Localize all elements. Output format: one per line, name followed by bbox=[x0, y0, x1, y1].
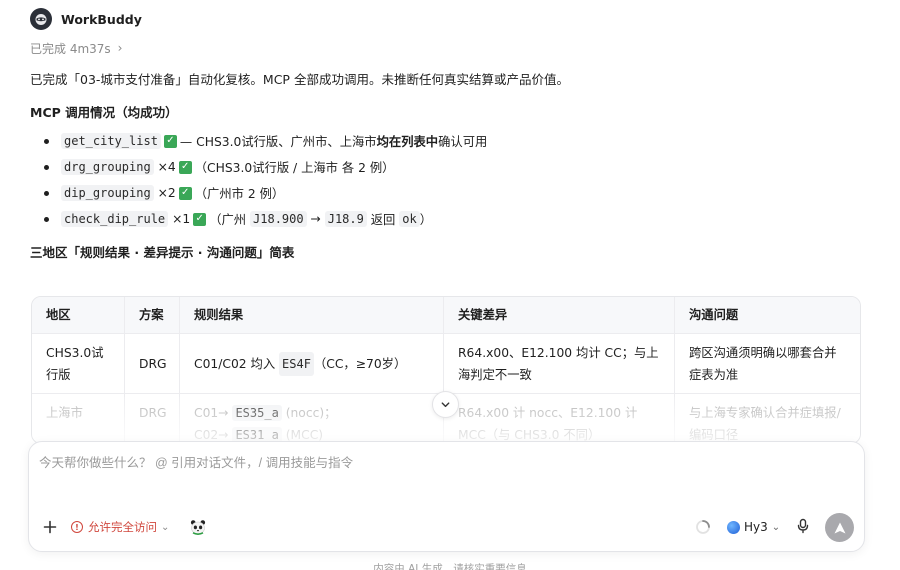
function-code: drg_grouping bbox=[61, 159, 154, 175]
bullet-dot bbox=[44, 164, 49, 170]
ai-disclaimer: 内容由 AI 生成，请核实重要信息 bbox=[373, 563, 527, 570]
table-header-row: 地区 方案 规则结果 关键差异 沟通问题 bbox=[32, 297, 860, 334]
code-source: J18.900 bbox=[250, 211, 307, 227]
raccoon-logo-icon bbox=[30, 8, 52, 30]
summary-table[interactable]: 地区 方案 规则结果 关键差异 沟通问题 CHS3.0试行版 DRG C01/C… bbox=[31, 296, 861, 444]
call-count: ×1 bbox=[168, 212, 191, 226]
send-arrow-icon bbox=[834, 522, 845, 533]
list-item: drg_grouping ×4 ✓ （CHS3.0试行版 / 上海市 各 2 例… bbox=[44, 154, 487, 180]
result-text: C01→ bbox=[194, 406, 233, 420]
bullet-dot bbox=[44, 138, 49, 144]
result-code: ES4F bbox=[279, 351, 314, 376]
issue-cell: 与上海专家确认合并症填报/编码口径 bbox=[689, 406, 841, 442]
model-label: Hy3 bbox=[744, 520, 768, 534]
app-name: WorkBuddy bbox=[61, 11, 142, 27]
region-cell: 上海市 bbox=[32, 394, 125, 443]
scheme-cell: DRG bbox=[125, 394, 180, 443]
column-header: 地区 bbox=[32, 297, 125, 333]
completion-status-text: 已完成 4m37s bbox=[30, 41, 111, 56]
chevron-down-icon: ⌄ bbox=[771, 521, 781, 533]
diff-cell: R64.x00 计 nocc、E12.100 计 MCC（与 CHS3.0 不同… bbox=[444, 394, 675, 443]
loading-spinner-icon bbox=[695, 519, 711, 535]
result-note: (nocc)； bbox=[281, 406, 337, 420]
item-text: （CHS3.0试行版 / 上海市 各 2 例） bbox=[194, 161, 395, 175]
item-end-text: ） bbox=[419, 213, 433, 227]
summary-text: 已完成「03-城市支付准备」自动化复核。MCP 全部成功调用。未推断任何真实结算… bbox=[30, 72, 569, 87]
access-mode-label: 允许完全访问 bbox=[88, 520, 157, 534]
column-header: 规则结果 bbox=[180, 297, 444, 333]
item-text: （广州 bbox=[209, 213, 251, 227]
result-text: C01/C02 均入 bbox=[194, 356, 280, 371]
region-cell: CHS3.0试行版 bbox=[32, 334, 125, 393]
app-header: WorkBuddy bbox=[30, 8, 142, 30]
call-count: ×4 bbox=[153, 160, 176, 174]
chevron-down-icon: ⌄ bbox=[161, 521, 170, 533]
globe-icon bbox=[727, 520, 740, 534]
microphone-icon bbox=[797, 518, 809, 534]
access-mode-dropdown[interactable]: ! 允许完全访问 ⌄ bbox=[71, 518, 169, 536]
item-text: — CHS3.0试行版、广州市、上海市 bbox=[179, 135, 377, 149]
microphone-button[interactable] bbox=[796, 518, 812, 536]
call-count: ×2 bbox=[153, 186, 176, 200]
add-attachment-button[interactable] bbox=[41, 518, 59, 536]
result-cell: C01→ ES35_a (nocc)； C02→ ES31_a (MCC) bbox=[180, 394, 444, 443]
function-code: check_dip_rule bbox=[61, 211, 169, 227]
diff-cell: R64.x00、E12.100 均计 CC；与上海判定不一致 bbox=[444, 334, 675, 393]
panda-agent-icon[interactable] bbox=[189, 518, 207, 536]
item-mid-text: 返回 bbox=[366, 213, 400, 227]
chevron-right-icon: › bbox=[117, 41, 123, 55]
model-selector[interactable]: Hy3 ⌄ bbox=[727, 518, 780, 536]
check-icon: ✓ bbox=[193, 212, 207, 226]
table-section-title: 三地区「规则结果 · 差异提示 · 沟通问题」简表 bbox=[30, 245, 295, 260]
result-cell: C01/C02 均入 ES4F （CC，≥70岁） bbox=[180, 334, 444, 393]
item-bold-text: 均在列表中 bbox=[376, 135, 439, 149]
result-note: （CC，≥70岁） bbox=[313, 356, 407, 371]
item-text-end: 确认可用 bbox=[438, 135, 488, 149]
scroll-to-bottom-button[interactable] bbox=[432, 391, 459, 418]
column-header: 关键差异 bbox=[444, 297, 675, 333]
send-button[interactable] bbox=[825, 513, 854, 542]
arrow-text: → bbox=[306, 212, 325, 226]
code-target: J18.9 bbox=[324, 211, 367, 227]
item-text: （广州市 2 例） bbox=[194, 187, 285, 201]
column-header: 方案 bbox=[125, 297, 180, 333]
table-row: CHS3.0试行版 DRG C01/C02 均入 ES4F （CC，≥70岁） … bbox=[32, 334, 860, 394]
check-icon: ✓ bbox=[163, 134, 177, 148]
scheme-cell: DRG bbox=[125, 334, 180, 393]
code-result: ok bbox=[399, 211, 420, 227]
result-text: C02→ bbox=[194, 428, 233, 442]
mcp-call-list: get_city_list ✓ — CHS3.0试行版、广州市、上海市 均在列表… bbox=[44, 128, 487, 232]
list-item: get_city_list ✓ — CHS3.0试行版、广州市、上海市 均在列表… bbox=[44, 128, 487, 154]
plus-icon bbox=[43, 520, 57, 534]
check-icon: ✓ bbox=[178, 186, 192, 200]
message-input[interactable] bbox=[39, 452, 854, 492]
check-icon: ✓ bbox=[178, 160, 192, 174]
bullet-dot bbox=[44, 190, 49, 196]
column-header: 沟通问题 bbox=[689, 308, 739, 322]
list-item: dip_grouping ×2 ✓ （广州市 2 例） bbox=[44, 180, 487, 206]
message-composer: ! 允许完全访问 ⌄ Hy3 ⌄ bbox=[28, 441, 865, 552]
mcp-section-title: MCP 调用情况（均成功） bbox=[30, 105, 178, 120]
chevron-down-icon bbox=[441, 402, 450, 408]
result-note: (MCC) bbox=[281, 428, 324, 442]
result-code: ES35_a bbox=[232, 405, 282, 421]
completion-status-toggle[interactable]: 已完成 4m37s › bbox=[30, 39, 122, 57]
list-item: check_dip_rule ×1 ✓ （广州 J18.900 → J18.9 … bbox=[44, 206, 487, 232]
warning-icon: ! bbox=[71, 521, 83, 533]
bullet-dot bbox=[44, 216, 49, 222]
function-code: get_city_list bbox=[61, 133, 161, 149]
issue-cell: 跨区沟通须明确以哪套合并症表为准 bbox=[689, 345, 837, 382]
function-code: dip_grouping bbox=[61, 185, 154, 201]
